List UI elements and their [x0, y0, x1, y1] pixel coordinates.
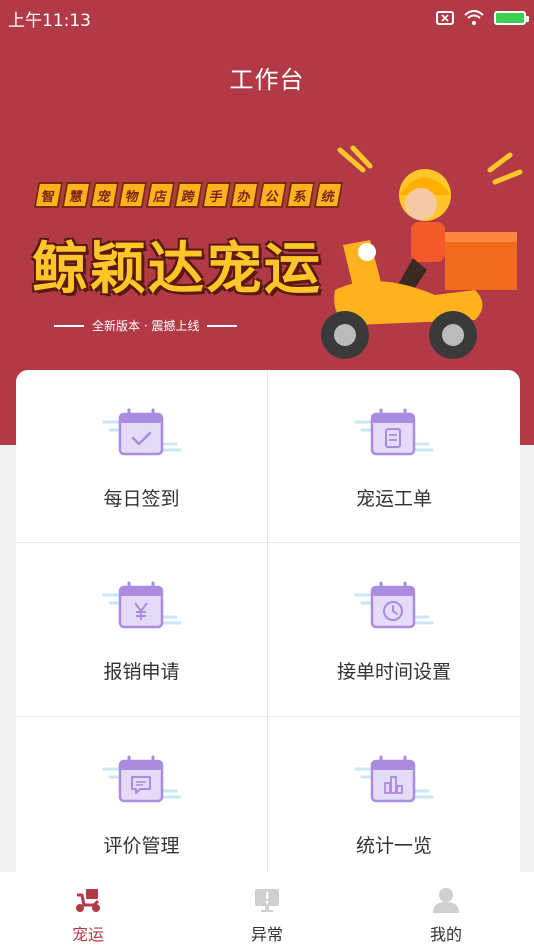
battery-icon: [494, 11, 529, 25]
grid-item-label: 每日签到: [103, 488, 180, 510]
promo-banner[interactable]: 智 慧 宠 物 店 跨 手 办 公 系 统 鲸颖达宠运 全新版本 · 震撼上线: [0, 140, 534, 370]
grid-item-statistics-overview[interactable]: 统计一览: [268, 717, 520, 880]
bottom-tab-bar: 宠运 异常 我的: [0, 872, 534, 950]
calendar-document-icon: [354, 408, 434, 460]
grid-item-label: 宠运工单: [355, 488, 432, 510]
sim-icon: [436, 11, 454, 25]
divider-line: [207, 324, 238, 327]
grid-item-reimbursement[interactable]: 报销申请: [16, 543, 268, 717]
status-time: 上午11:13: [8, 10, 91, 31]
feature-grid: 每日签到 宠运工单 报销申请 接单时间设置 评价管理 统计一览: [16, 370, 520, 880]
grid-item-pet-work-order[interactable]: 宠运工单: [268, 370, 520, 543]
grid-item-label: 评价管理: [103, 835, 180, 857]
tab-exceptions[interactable]: 异常: [219, 872, 315, 950]
status-icons: [436, 10, 529, 26]
calendar-yen-icon: [102, 581, 182, 633]
calendar-chart-icon: [354, 755, 434, 807]
grid-item-review-management[interactable]: 评价管理: [16, 717, 268, 880]
tagline-char: 智: [33, 182, 64, 208]
banner-subtitle: 全新版本 · 震撼上线: [54, 317, 238, 334]
tagline-char: 手: [201, 182, 232, 208]
tab-label: 异常: [250, 925, 283, 944]
grid-item-daily-checkin[interactable]: 每日签到: [16, 370, 268, 543]
tagline-char: 慧: [61, 182, 92, 208]
delivery-rider-illustration: [321, 145, 523, 359]
calendar-clock-icon: [354, 581, 434, 633]
grid-item-label: 统计一览: [355, 835, 432, 857]
wifi-icon: [464, 10, 484, 25]
user-icon: [433, 888, 459, 913]
tagline-char: 办: [229, 182, 260, 208]
banner-subtitle-text: 全新版本 · 震撼上线: [92, 319, 200, 333]
tab-label: 我的: [429, 925, 462, 944]
tagline-char: 公: [257, 182, 288, 208]
divider-line: [54, 324, 84, 327]
calendar-check-icon: [102, 408, 182, 460]
grid-item-label: 报销申请: [103, 661, 180, 683]
banner-tagline: 智 慧 宠 物 店 跨 手 办 公 系 统: [33, 182, 344, 208]
grid-item-order-time-settings[interactable]: 接单时间设置: [268, 543, 520, 717]
grid-item-label: 接单时间设置: [336, 661, 451, 683]
alert-monitor-icon: [255, 889, 279, 912]
banner-brand-title: 鲸颖达宠运: [32, 237, 322, 302]
tab-label: 宠运: [71, 925, 104, 944]
page-title: 工作台: [229, 66, 305, 94]
tagline-char: 跨: [173, 182, 204, 208]
tagline-char: 宠: [89, 182, 120, 208]
tagline-char: 系: [285, 182, 316, 208]
tab-pet-transport[interactable]: 宠运: [40, 872, 136, 950]
scooter-icon: [76, 889, 100, 912]
tagline-char: 店: [145, 182, 176, 208]
status-bar: 上午11:13: [0, 0, 534, 36]
calendar-message-icon: [102, 755, 182, 807]
tagline-char: 物: [117, 182, 148, 208]
tab-profile[interactable]: 我的: [398, 872, 494, 950]
